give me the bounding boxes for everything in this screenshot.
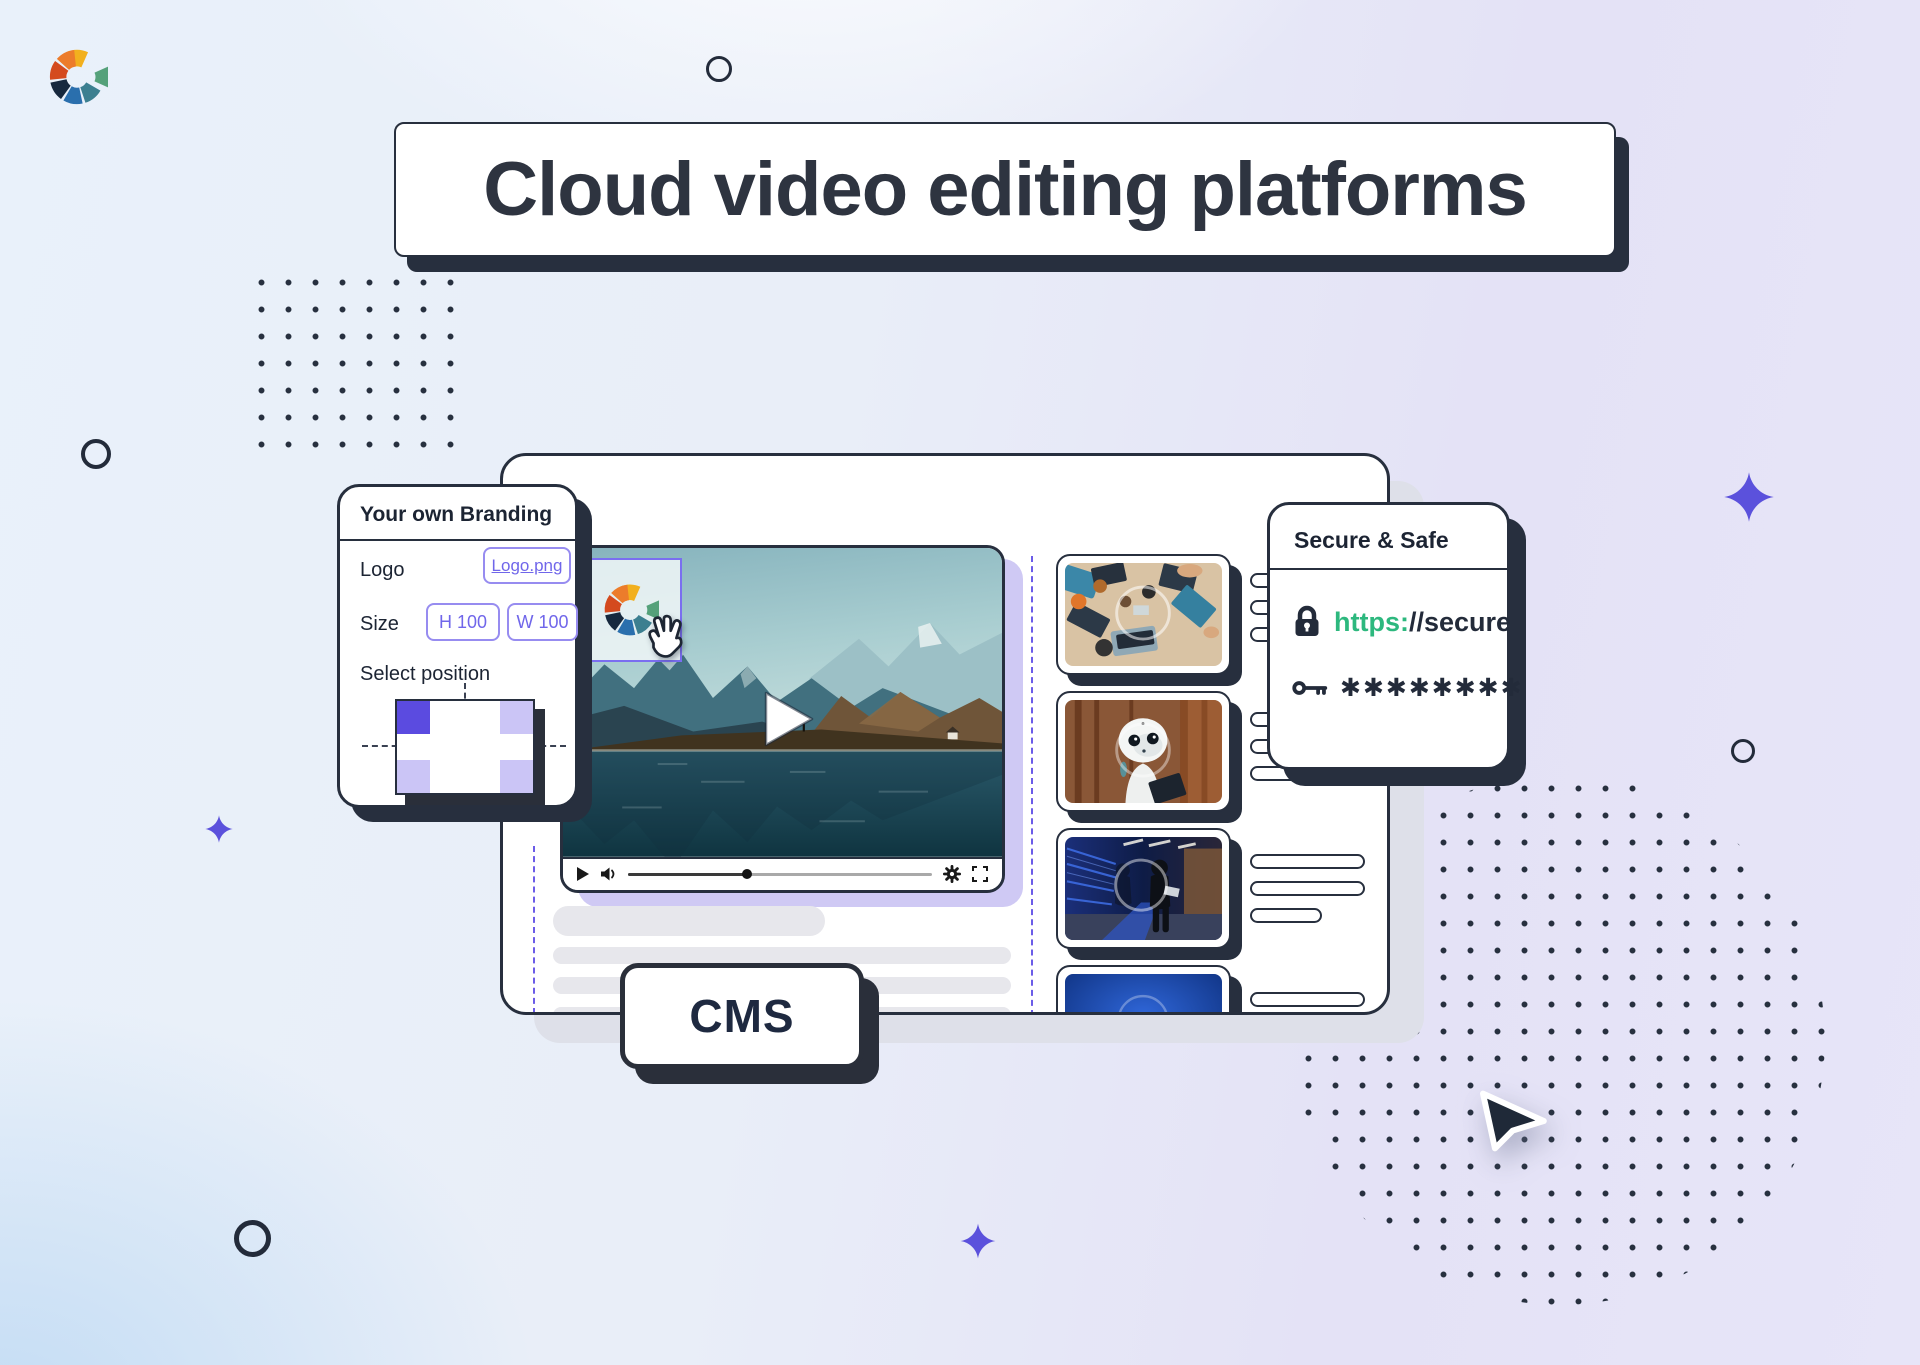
settings-gear-icon[interactable]	[943, 865, 961, 883]
fullscreen-icon[interactable]	[972, 866, 988, 882]
secure-panel: Secure & Safe https://secure ✱✱✱✱✱✱✱✱	[1267, 502, 1510, 770]
branding-panel-title: Your own Branding	[340, 487, 575, 539]
divider	[1270, 568, 1507, 570]
url-rest: //secure	[1409, 607, 1511, 637]
video-thumbnail-blue-abstract[interactable]	[1056, 965, 1231, 1015]
list-placeholder-line	[1250, 992, 1365, 1007]
list-placeholder-line	[1250, 908, 1322, 923]
secure-url-text: https://secure	[1334, 607, 1511, 638]
play-icon[interactable]	[577, 867, 589, 881]
logo-file-name: Logo.png	[492, 556, 563, 576]
list-placeholder-line	[1250, 854, 1365, 869]
key-icon	[1292, 677, 1328, 699]
cursor-arrow-icon	[1478, 1090, 1550, 1157]
position-top-left-selected[interactable]	[397, 701, 430, 734]
seek-dot[interactable]	[742, 869, 752, 879]
circle-decoration-top	[706, 56, 732, 82]
branding-panel: Your own Branding Logo Logo.png Size H 1…	[337, 484, 578, 808]
divider	[340, 539, 575, 541]
logo-label: Logo	[360, 559, 405, 582]
seek-progress	[628, 873, 747, 876]
circle-decoration-bottom-left	[234, 1220, 271, 1257]
layout-guide-dashed-line-left	[533, 846, 535, 1014]
video-thumbnail-office-corridor[interactable]	[1056, 828, 1231, 949]
volume-icon[interactable]	[600, 866, 617, 882]
cms-browser-mockup	[500, 453, 1390, 1015]
position-top-right[interactable]	[500, 701, 533, 734]
secure-password-row: ✱✱✱✱✱✱✱✱	[1292, 673, 1524, 703]
video-frame-mountain-lake	[563, 548, 1002, 857]
lock-icon	[1292, 605, 1322, 639]
secure-panel-title: Secure & Safe	[1270, 505, 1507, 568]
video-controls-bar	[563, 857, 1002, 890]
layout-guide-dashed-line-right	[1031, 556, 1033, 1015]
password-mask: ✱✱✱✱✱✱✱✱	[1340, 673, 1524, 703]
list-placeholder-line	[1250, 881, 1365, 896]
circle-decoration-left	[81, 439, 111, 469]
position-selector	[395, 699, 535, 795]
video-thumbnail-robot[interactable]	[1056, 691, 1231, 812]
width-input[interactable]: W 100	[507, 603, 578, 641]
secure-url-row: https://secure	[1292, 605, 1511, 639]
select-position-label: Select position	[360, 663, 490, 686]
dot-grid-decoration	[248, 269, 454, 459]
video-thumbnail-team-desk[interactable]	[1056, 554, 1231, 675]
page-title: Cloud video editing platforms	[483, 146, 1526, 233]
logo-file-button[interactable]: Logo.png	[483, 547, 571, 584]
sparkle-decoration-left	[204, 814, 234, 844]
text-placeholder-bar	[553, 906, 825, 936]
video-player[interactable]	[560, 545, 1005, 893]
hand-drag-cursor-icon	[641, 612, 691, 667]
sparkle-decoration-bottom	[959, 1222, 997, 1260]
text-placeholder-bar	[553, 947, 1011, 964]
play-overlay-button[interactable]	[763, 690, 815, 753]
size-label: Size	[360, 613, 399, 636]
circle-decoration-right	[1731, 739, 1755, 763]
url-scheme: https:	[1334, 607, 1409, 637]
seek-slider[interactable]	[628, 873, 932, 876]
sparkle-decoration-top-right	[1722, 470, 1776, 524]
height-input[interactable]: H 100	[426, 603, 500, 641]
title-banner: Cloud video editing platforms	[394, 122, 1616, 257]
position-bottom-left[interactable]	[397, 760, 430, 793]
cms-badge: CMS	[620, 963, 864, 1069]
brand-logo	[46, 46, 108, 113]
position-bottom-right[interactable]	[500, 760, 533, 793]
cms-badge-label: CMS	[689, 989, 794, 1043]
